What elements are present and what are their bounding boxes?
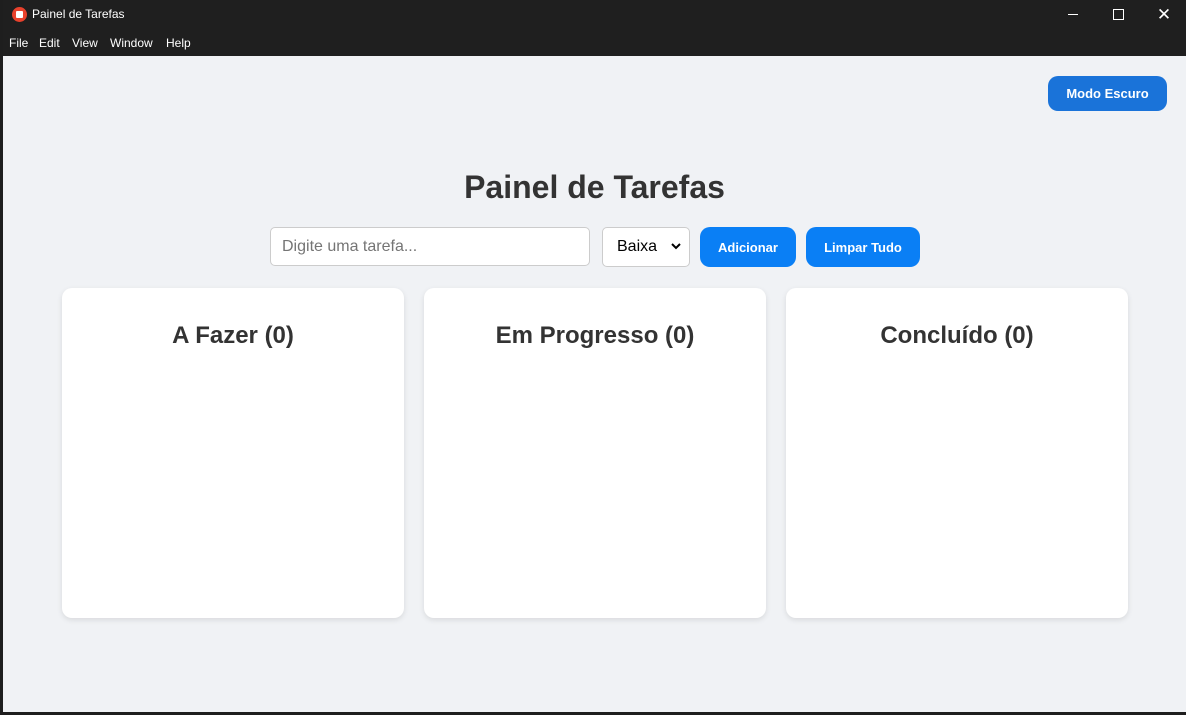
main-content: Modo Escuro Painel de Tarefas Baixa Adic…	[3, 56, 1186, 712]
task-input[interactable]	[270, 227, 590, 266]
menu-view[interactable]: View	[72, 36, 98, 50]
maximize-icon	[1112, 9, 1124, 20]
maximize-button[interactable]	[1095, 0, 1141, 29]
priority-select[interactable]: Baixa	[602, 227, 690, 267]
minimize-button[interactable]	[1050, 0, 1096, 29]
menu-file[interactable]: File	[9, 36, 28, 50]
column-title: Concluído (0)	[880, 322, 1034, 349]
column-in-progress[interactable]: Em Progresso (0)	[424, 288, 766, 618]
priority-selected-value: Baixa	[617, 238, 658, 255]
close-icon: ✕	[1156, 5, 1172, 24]
window-title: Painel de Tarefas	[32, 7, 125, 21]
page-title: Painel de Tarefas	[464, 169, 725, 205]
add-task-button[interactable]: Adicionar	[700, 227, 796, 267]
column-title: Em Progresso (0)	[495, 322, 695, 349]
menu-help[interactable]: Help	[166, 36, 191, 50]
menu-bar: File Edit View Window Help	[3, 29, 1186, 56]
menu-window[interactable]: Window	[110, 36, 153, 50]
title-bar[interactable]: Painel de Tarefas ✕	[3, 0, 1186, 29]
chevron-down-icon	[671, 242, 681, 253]
column-title: A Fazer (0)	[172, 322, 294, 349]
app-icon	[12, 7, 27, 22]
clear-all-button[interactable]: Limpar Tudo	[806, 227, 920, 267]
minimize-icon	[1068, 14, 1078, 15]
column-done[interactable]: Concluído (0)	[786, 288, 1128, 618]
menu-edit[interactable]: Edit	[39, 36, 60, 50]
dark-mode-button[interactable]: Modo Escuro	[1048, 76, 1167, 111]
column-todo[interactable]: A Fazer (0)	[62, 288, 404, 618]
close-button[interactable]: ✕	[1141, 0, 1186, 29]
app-window: Painel de Tarefas ✕ File Edit View Windo…	[3, 0, 1186, 712]
